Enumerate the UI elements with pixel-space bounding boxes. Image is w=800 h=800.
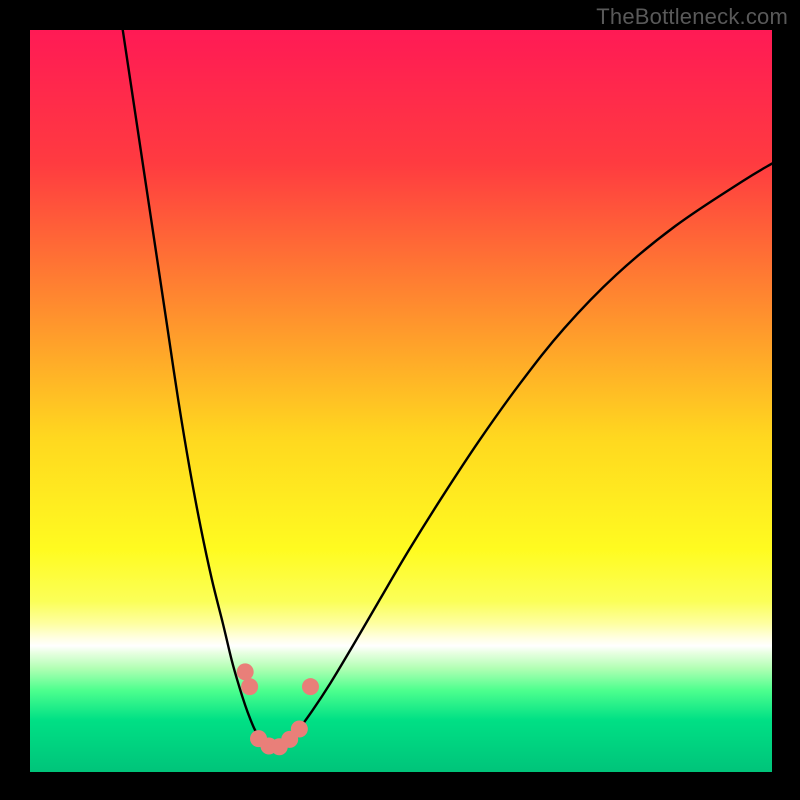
marker-left-cluster-lower <box>241 678 258 695</box>
chart-canvas <box>0 0 800 800</box>
watermark-text: TheBottleneck.com <box>596 4 788 30</box>
plot-background <box>30 30 772 772</box>
marker-right-isolated <box>302 678 319 695</box>
marker-left-cluster-upper <box>237 663 254 680</box>
marker-valley-5 <box>291 720 308 737</box>
